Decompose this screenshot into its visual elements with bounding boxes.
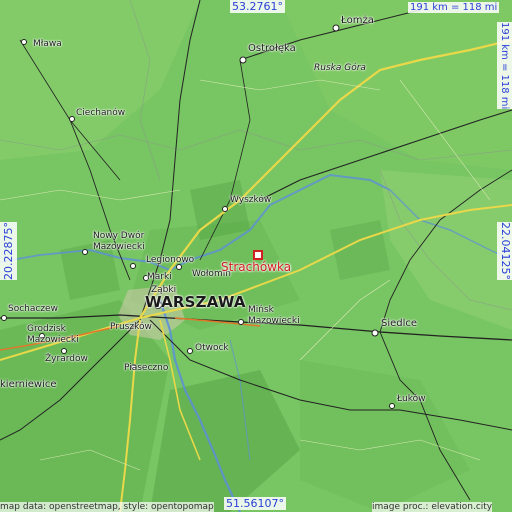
place-grodzisk: Grodzisk bbox=[27, 324, 66, 334]
target-marker bbox=[253, 250, 263, 260]
place-ostroleka: Ostrołęka bbox=[248, 43, 296, 54]
place-legionowo: Legionowo bbox=[146, 255, 195, 265]
place-grodzisk-mazowiecki: Mazowiecki bbox=[27, 335, 79, 345]
place-warszawa: WARSZAWA bbox=[145, 293, 246, 311]
place-nowy-dwor-mazowiecki: Mazowiecki bbox=[93, 242, 145, 252]
place-skierniewice: kierniewice bbox=[0, 379, 57, 390]
place-otwock: Otwock bbox=[195, 343, 229, 353]
place-nowy-dwor: Nowy Dwór bbox=[93, 231, 145, 241]
place-minsk: Mińsk bbox=[248, 305, 274, 315]
place-siedlce: Siedlce bbox=[381, 318, 418, 329]
scale-top: 191 km = 118 mi bbox=[408, 2, 500, 13]
south-coordinate: 51.56107° bbox=[224, 497, 286, 510]
map[interactable]: 53.2761° 51.56107° 20.22875° 22.04125° 1… bbox=[0, 0, 512, 512]
map-terrain bbox=[0, 0, 512, 512]
place-zyrardow: Żyrardów bbox=[45, 354, 88, 364]
credit-map-data: map data: openstreetmap, style: opentopo… bbox=[0, 502, 214, 512]
place-wyszkow: Wyszków bbox=[230, 195, 272, 205]
target-label: Strachówka bbox=[221, 260, 292, 274]
east-coordinate: 22.04125° bbox=[497, 222, 512, 280]
credit-image-proc: image proc.: elevation.city bbox=[372, 502, 493, 512]
place-marki: Marki bbox=[147, 272, 172, 282]
place-sochaczew: Sochaczew bbox=[8, 304, 58, 314]
west-coordinate: 20.22875° bbox=[0, 222, 17, 280]
place-pruszkow: Pruszków bbox=[110, 322, 152, 332]
place-ciechanow: Ciechanów bbox=[76, 108, 126, 118]
place-minsk-mazowiecki: Mazowiecki bbox=[248, 316, 300, 326]
place-piaseczno: Piaseczno bbox=[124, 363, 169, 373]
place-lukow: Łuków bbox=[397, 394, 426, 404]
place-ruska-gora: Ruska Góra bbox=[314, 63, 366, 73]
place-mlawa: Mława bbox=[33, 39, 62, 49]
place-lomza: Łomża bbox=[341, 15, 374, 26]
scale-right: 191 km = 118 mi bbox=[497, 22, 512, 110]
north-coordinate: 53.2761° bbox=[230, 0, 285, 13]
